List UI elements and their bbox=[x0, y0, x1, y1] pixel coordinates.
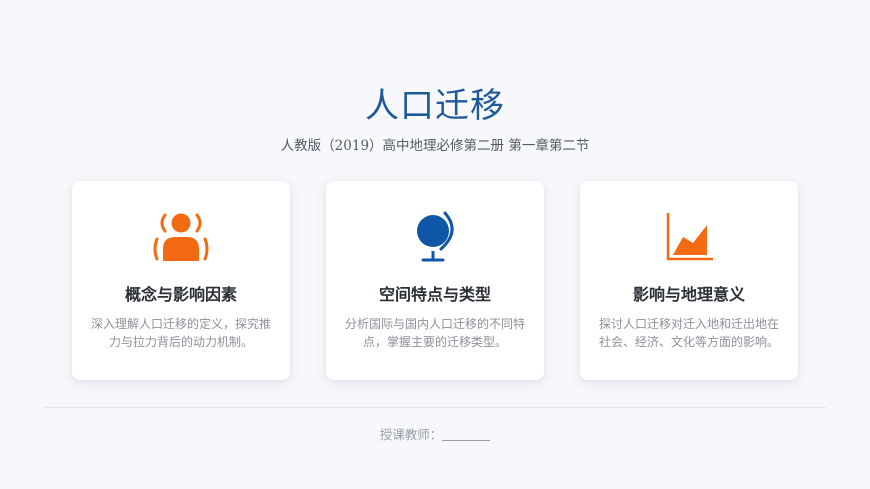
card-spatial: 空间特点与类型 分析国际与国内人口迁移的不同特点，掌握主要的迁移类型。 bbox=[326, 181, 544, 380]
page-title: 人口迁移 bbox=[365, 86, 505, 126]
card-impact: 影响与地理意义 探讨人口迁移对迁入地和迁出地在社会、经济、文化等方面的影响。 bbox=[580, 181, 798, 380]
card-description: 探讨人口迁移对迁入地和迁出地在社会、经济、文化等方面的影响。 bbox=[598, 317, 779, 349]
card-description: 深入理解人口迁移的定义，探究推力与拉力背后的动力机制。 bbox=[90, 317, 271, 349]
card-title: 影响与地理意义 bbox=[632, 285, 745, 304]
teacher-line: 授课教师： bbox=[0, 424, 870, 443]
globe-icon bbox=[326, 209, 544, 265]
teacher-name-blank bbox=[442, 429, 491, 441]
person-broadcast-icon bbox=[72, 209, 290, 265]
card-row: 概念与影响因素 深入理解人口迁移的定义，探究推力与拉力背后的动力机制。 空间特点… bbox=[72, 181, 798, 380]
card-concept: 概念与影响因素 深入理解人口迁移的定义，探究推力与拉力背后的动力机制。 bbox=[72, 181, 290, 380]
card-description: 分析国际与国内人口迁移的不同特点，掌握主要的迁移类型。 bbox=[344, 317, 525, 349]
page-subtitle: 人教版（2019）高中地理必修第二册 第一章第二节 bbox=[280, 138, 590, 154]
footer-divider bbox=[44, 407, 826, 408]
area-chart-icon bbox=[580, 209, 798, 265]
card-title: 空间特点与类型 bbox=[378, 285, 491, 304]
teacher-label: 授课教师： bbox=[379, 427, 443, 442]
card-title: 概念与影响因素 bbox=[124, 285, 237, 304]
